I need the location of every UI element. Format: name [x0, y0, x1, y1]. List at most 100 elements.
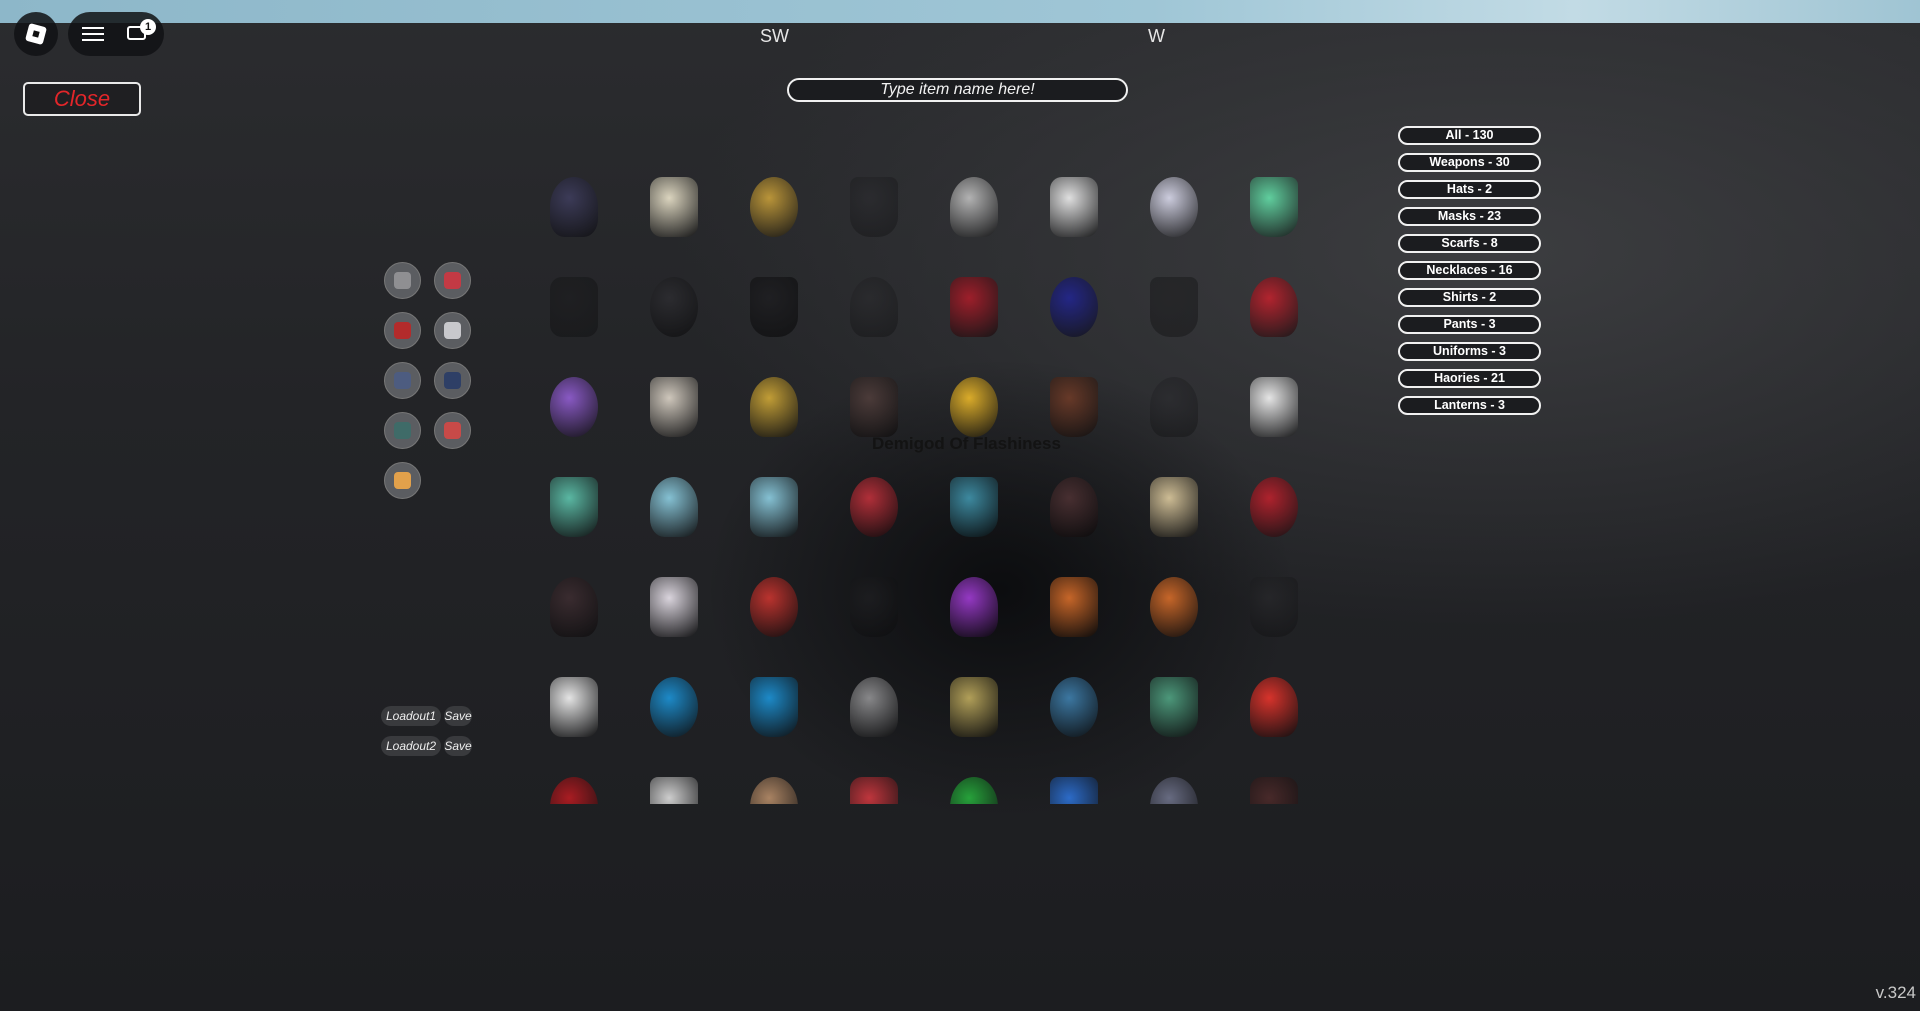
equipped-item-slot[interactable]: [434, 262, 471, 299]
item-icon: [1150, 177, 1198, 237]
item-tile[interactable]: [1234, 667, 1314, 747]
item-tile[interactable]: [1134, 167, 1214, 247]
equipped-item-slot[interactable]: [384, 312, 421, 349]
item-tile[interactable]: [534, 467, 614, 547]
item-tile[interactable]: [734, 567, 814, 647]
item-icon: [550, 577, 598, 637]
item-icon: [550, 177, 598, 237]
item-tile[interactable]: [534, 567, 614, 647]
item-icon: [1250, 677, 1298, 737]
item-tile[interactable]: [634, 367, 714, 447]
loadout-1-button[interactable]: Loadout1: [381, 706, 441, 726]
item-tile[interactable]: [834, 267, 914, 347]
equipped-item-slot[interactable]: [434, 412, 471, 449]
category-button[interactable]: Masks - 23: [1398, 207, 1541, 226]
item-tile[interactable]: [1134, 267, 1214, 347]
loadout-2-save-button[interactable]: Save: [444, 736, 472, 756]
item-icon: [850, 677, 898, 737]
item-tile[interactable]: [1134, 567, 1214, 647]
item-tile[interactable]: [734, 367, 814, 447]
item-tile[interactable]: [834, 567, 914, 647]
item-tile[interactable]: [934, 267, 1014, 347]
item-tile[interactable]: [634, 467, 714, 547]
item-tile[interactable]: [1134, 767, 1214, 804]
item-tile[interactable]: [1234, 767, 1314, 804]
hamburger-menu-icon[interactable]: [82, 26, 106, 42]
category-button[interactable]: Scarfs - 8: [1398, 234, 1541, 253]
item-tile[interactable]: [734, 667, 814, 747]
item-tile[interactable]: [534, 767, 614, 804]
item-tile[interactable]: [1034, 267, 1114, 347]
category-button[interactable]: Weapons - 30: [1398, 153, 1541, 172]
item-icon: [1050, 577, 1098, 637]
item-tile[interactable]: [1134, 367, 1214, 447]
item-tile[interactable]: [1034, 567, 1114, 647]
category-button[interactable]: Lanterns - 3: [1398, 396, 1541, 415]
item-tile[interactable]: [634, 267, 714, 347]
item-icon: [1250, 477, 1298, 537]
item-tile[interactable]: [1134, 467, 1214, 547]
item-tile[interactable]: [1234, 467, 1314, 547]
item-icon: [650, 777, 698, 804]
item-tile[interactable]: [1034, 667, 1114, 747]
equipped-item-slot[interactable]: [434, 312, 471, 349]
item-tile[interactable]: [834, 467, 914, 547]
category-button[interactable]: All - 130: [1398, 126, 1541, 145]
item-icon: [750, 677, 798, 737]
item-tile[interactable]: [534, 167, 614, 247]
roblox-menu-button[interactable]: [14, 12, 58, 56]
item-tile[interactable]: [934, 167, 1014, 247]
item-icon: [1150, 277, 1198, 337]
item-tile[interactable]: [934, 467, 1014, 547]
item-tile[interactable]: [734, 267, 814, 347]
category-button[interactable]: Haories - 21: [1398, 369, 1541, 388]
item-icon: [950, 577, 998, 637]
item-tile[interactable]: [634, 167, 714, 247]
equipped-item-slot[interactable]: [434, 362, 471, 399]
item-tile[interactable]: [634, 567, 714, 647]
equipped-item-slot[interactable]: [384, 362, 421, 399]
category-button[interactable]: Pants - 3: [1398, 315, 1541, 334]
equipped-item-slot[interactable]: [384, 462, 421, 499]
item-tile[interactable]: [1034, 767, 1114, 804]
item-tile[interactable]: [934, 667, 1014, 747]
equipped-item-slot[interactable]: [384, 262, 421, 299]
item-tile[interactable]: [834, 767, 914, 804]
item-search-input[interactable]: [787, 78, 1128, 102]
item-icon: [1050, 777, 1098, 804]
item-tile[interactable]: [834, 167, 914, 247]
item-icon: [1250, 777, 1298, 804]
equipped-item-slot[interactable]: [384, 412, 421, 449]
item-tile[interactable]: [734, 467, 814, 547]
item-tile[interactable]: [534, 267, 614, 347]
item-tile[interactable]: [1034, 167, 1114, 247]
loadout-2-button[interactable]: Loadout2: [381, 736, 441, 756]
loadout-1-save-button[interactable]: Save: [444, 706, 472, 726]
item-tile[interactable]: [1234, 367, 1314, 447]
category-button[interactable]: Shirts - 2: [1398, 288, 1541, 307]
item-tile[interactable]: [634, 667, 714, 747]
item-icon: [750, 277, 798, 337]
category-button[interactable]: Necklaces - 16: [1398, 261, 1541, 280]
item-icon: [650, 577, 698, 637]
item-tile[interactable]: [1234, 267, 1314, 347]
item-icon: [650, 677, 698, 737]
item-tile[interactable]: [634, 767, 714, 804]
item-tile[interactable]: [1234, 567, 1314, 647]
chat-icon[interactable]: 1: [127, 19, 156, 42]
close-button[interactable]: Close: [23, 82, 141, 116]
item-tile[interactable]: [934, 767, 1014, 804]
item-tile[interactable]: [534, 667, 614, 747]
item-tile[interactable]: [934, 567, 1014, 647]
item-icon: [750, 477, 798, 537]
item-tile[interactable]: [534, 367, 614, 447]
item-tile[interactable]: [734, 167, 814, 247]
item-tile[interactable]: [734, 767, 814, 804]
item-tile[interactable]: [1134, 667, 1214, 747]
category-button[interactable]: Uniforms - 3: [1398, 342, 1541, 361]
item-icon: [950, 277, 998, 337]
category-button[interactable]: Hats - 2: [1398, 180, 1541, 199]
item-tile[interactable]: [1034, 467, 1114, 547]
item-tile[interactable]: [834, 667, 914, 747]
item-tile[interactable]: [1234, 167, 1314, 247]
